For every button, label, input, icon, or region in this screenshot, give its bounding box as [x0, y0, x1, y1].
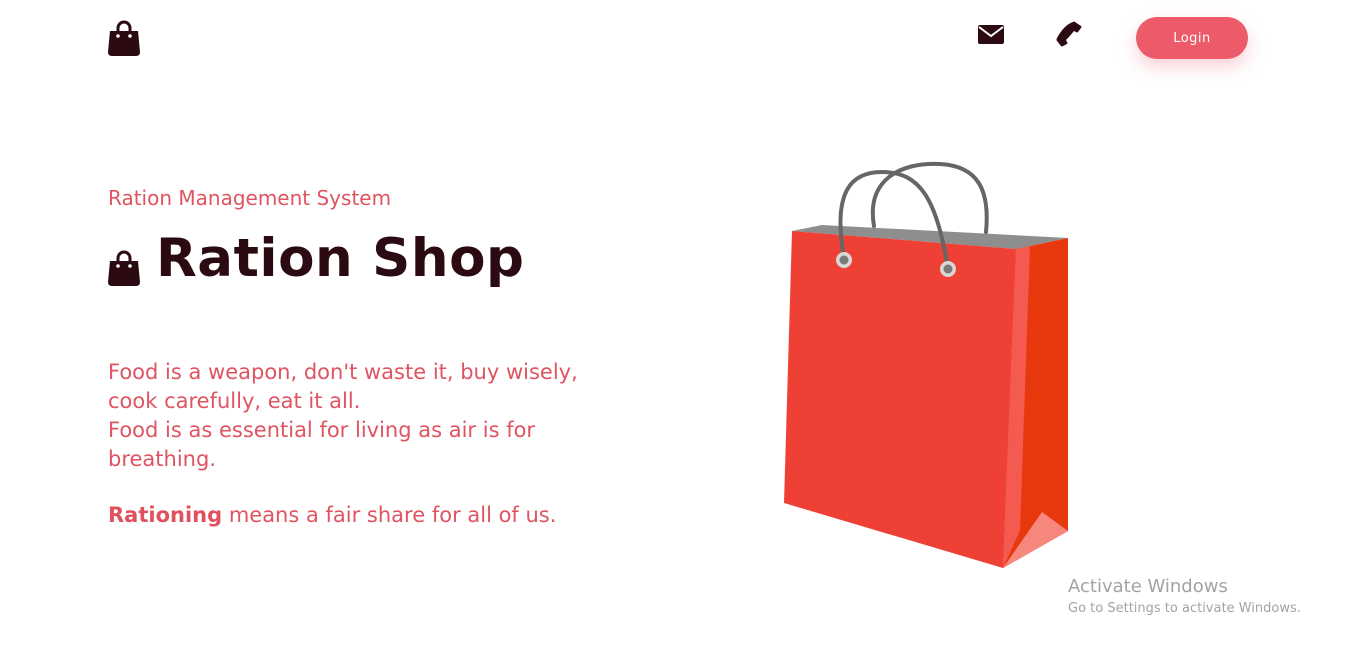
quote-line: breathing.: [108, 447, 216, 471]
quote-line: Food is a weapon, don't waste it, buy wi…: [108, 360, 578, 384]
quote-line: cook carefully, eat it all.: [108, 389, 361, 413]
shopping-bag-icon[interactable]: [108, 19, 140, 56]
hero-quote: Food is a weapon, don't waste it, buy wi…: [108, 358, 648, 474]
windows-watermark-subtitle: Go to Settings to activate Windows.: [1068, 601, 1301, 616]
shopping-bag-icon: [108, 250, 140, 286]
envelope-icon[interactable]: [978, 25, 1004, 44]
tagline-text: means a fair share for all of us.: [222, 503, 557, 527]
hero-title: Ration Shop: [108, 228, 524, 289]
hero-subtitle: Ration Management System: [108, 186, 392, 210]
tagline-emphasis: Rationing: [108, 503, 223, 527]
landing-page: Login Ration Management System Ration Sh…: [0, 0, 1359, 647]
login-button[interactable]: Login: [1136, 17, 1248, 59]
windows-watermark-title: Activate Windows: [1068, 576, 1228, 597]
quote-line: Food is as essential for living as air i…: [108, 418, 536, 442]
page-title: Ration Shop: [156, 228, 525, 289]
phone-icon[interactable]: [1056, 21, 1082, 47]
red-shopping-bag-illustration: [784, 161, 1068, 568]
hero-tagline: Rationing means a fair share for all of …: [108, 503, 556, 527]
